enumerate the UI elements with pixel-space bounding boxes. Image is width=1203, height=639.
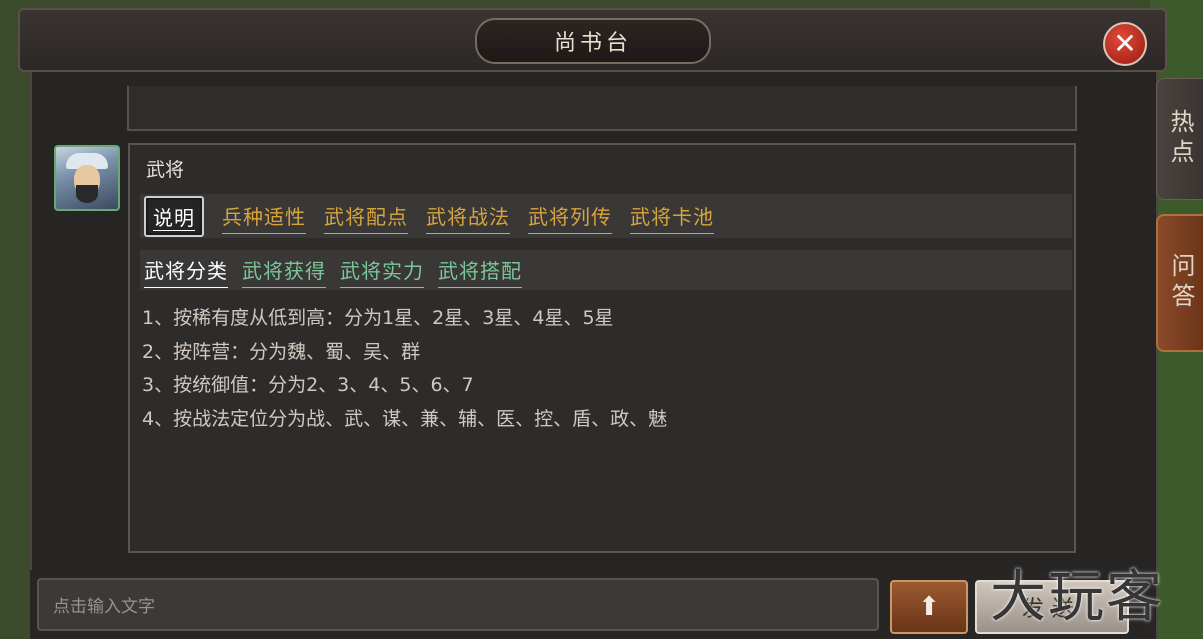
previous-message-strip xyxy=(127,86,1077,131)
side-tab-qa[interactable]: 问答 xyxy=(1156,214,1203,352)
general-avatar xyxy=(54,145,120,211)
tab-general-points[interactable]: 武将配点 xyxy=(324,199,408,234)
side-tab-hot[interactable]: 热点 xyxy=(1156,78,1203,200)
tab-general-classification[interactable]: 武将分类 xyxy=(144,253,228,288)
chat-input[interactable]: 点击输入文字 xyxy=(37,578,879,631)
tab-general-tactics[interactable]: 武将战法 xyxy=(426,199,510,234)
tab-troop-aptitude[interactable]: 兵种适性 xyxy=(222,199,306,234)
watermark: 大玩客 xyxy=(990,565,1164,630)
dialog-title: 尚书台 xyxy=(475,18,711,64)
secondary-tab-row: 武将分类 武将获得 武将实力 武将搭配 xyxy=(140,250,1072,290)
tab-general-pairing[interactable]: 武将搭配 xyxy=(438,253,522,288)
close-icon[interactable]: ✕ xyxy=(1103,22,1147,66)
arrow-up-icon[interactable]: ⬆ xyxy=(890,580,968,634)
content-line: 3、按统御值：分为2、3、4、5、6、7 xyxy=(142,374,474,396)
panel-header: 武将 xyxy=(146,159,185,181)
content-line: 2、按阵营：分为魏、蜀、吴、群 xyxy=(142,340,421,363)
tab-general-strength[interactable]: 武将实力 xyxy=(340,253,424,288)
tab-general-biography[interactable]: 武将列传 xyxy=(528,199,612,234)
tab-general-card-pool[interactable]: 武将卡池 xyxy=(630,199,714,234)
map-left-edge xyxy=(0,0,30,639)
primary-tab-row: 说明 兵种适性 武将配点 武将战法 武将列传 武将卡池 xyxy=(140,194,1072,238)
tab-general-acquire[interactable]: 武将获得 xyxy=(242,253,326,288)
tab-explanation[interactable]: 说明 xyxy=(144,195,204,237)
panel-content: 1、按稀有度从低到高：分为1星、2星、3星、4星、5星 2、按阵营：分为魏、蜀、… xyxy=(142,302,1062,436)
content-line: 4、按战法定位分为战、武、谋、兼、辅、医、控、盾、政、魅 xyxy=(142,407,668,430)
content-line: 1、按稀有度从低到高：分为1星、2星、3星、4星、5星 xyxy=(142,307,614,329)
